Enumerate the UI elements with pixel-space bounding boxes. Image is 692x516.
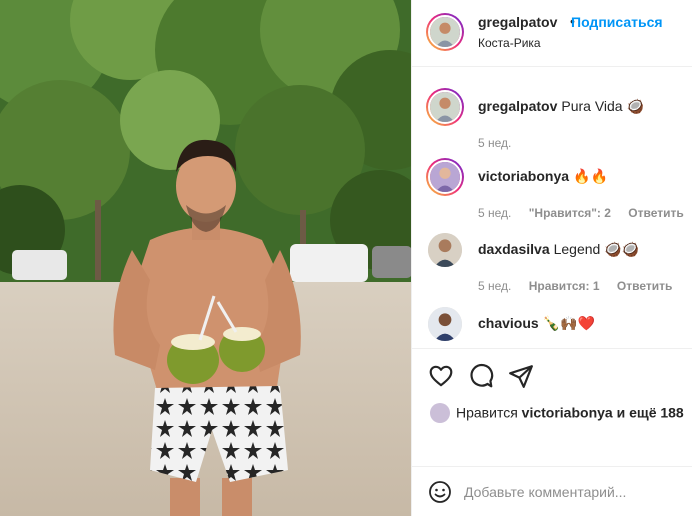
comment-input[interactable] — [464, 479, 684, 505]
side-panel: gregalpatov • Подписаться Коста-Рика gre… — [411, 0, 692, 516]
comment-avatar-image — [428, 233, 462, 267]
comment-likes[interactable]: Нравится: 1 — [529, 279, 600, 293]
comment-time[interactable]: 5 нед. — [478, 136, 511, 150]
comment-time[interactable]: 5 нед. — [478, 206, 511, 220]
comment-text: Pura Vida 🥥 — [561, 98, 644, 114]
author-avatar[interactable] — [426, 13, 464, 51]
heart-icon[interactable] — [428, 363, 454, 389]
post-photo[interactable] — [0, 0, 411, 516]
post-actions: Нравится victoriabonya и ещё 188 — [412, 348, 692, 466]
comment-avatar-image — [430, 92, 460, 122]
comment-username[interactable]: daxdasilva — [478, 241, 550, 257]
reply-button[interactable]: Ответить — [617, 279, 672, 293]
comment-likes[interactable]: "Нравится": 2 — [529, 206, 611, 220]
post-modal: gregalpatov • Подписаться Коста-Рика gre… — [0, 0, 692, 516]
comment-icon[interactable] — [468, 363, 494, 389]
comment-username[interactable]: victoriabonya — [478, 168, 569, 184]
comment-avatar[interactable] — [428, 307, 462, 341]
comment-text: 🔥🔥 — [573, 168, 608, 184]
emoji-icon[interactable] — [428, 480, 452, 504]
follow-button[interactable]: Подписаться — [571, 14, 663, 30]
comment-avatar-image — [430, 162, 460, 192]
comment-text: 🍾🙌🏾❤️ — [542, 315, 595, 331]
comment-text: Legend 🥥🥥 — [553, 241, 640, 257]
add-comment-bar — [412, 466, 692, 516]
likes-user[interactable]: victoriabonya — [522, 405, 613, 421]
comment-avatar[interactable] — [426, 158, 464, 196]
post-location[interactable]: Коста-Рика — [478, 36, 541, 50]
comment-avatar[interactable] — [426, 88, 464, 126]
comment-username[interactable]: gregalpatov — [478, 98, 557, 114]
beach-photo-illustration — [0, 0, 411, 516]
likes-suffix[interactable]: и ещё 188 — [617, 405, 684, 421]
likes-prefix: Нравится — [456, 404, 518, 421]
liker-avatar — [430, 403, 450, 423]
author-username[interactable]: gregalpatov — [478, 14, 557, 30]
post-header: gregalpatov • Подписаться Коста-Рика — [412, 0, 692, 67]
comment-avatar[interactable] — [428, 233, 462, 267]
comments-list[interactable]: gregalpatov Pura Vida 🥥 5 нед. victoriabo… — [412, 67, 692, 348]
share-icon[interactable] — [508, 363, 534, 389]
comment-time[interactable]: 5 нед. — [478, 279, 511, 293]
author-avatar-image — [430, 17, 460, 47]
comment-avatar-image — [428, 307, 462, 341]
likes-summary[interactable]: Нравится victoriabonya и ещё 188 — [430, 403, 684, 424]
comment-username[interactable]: chavious — [478, 315, 539, 331]
reply-button[interactable]: Ответить — [628, 206, 683, 220]
